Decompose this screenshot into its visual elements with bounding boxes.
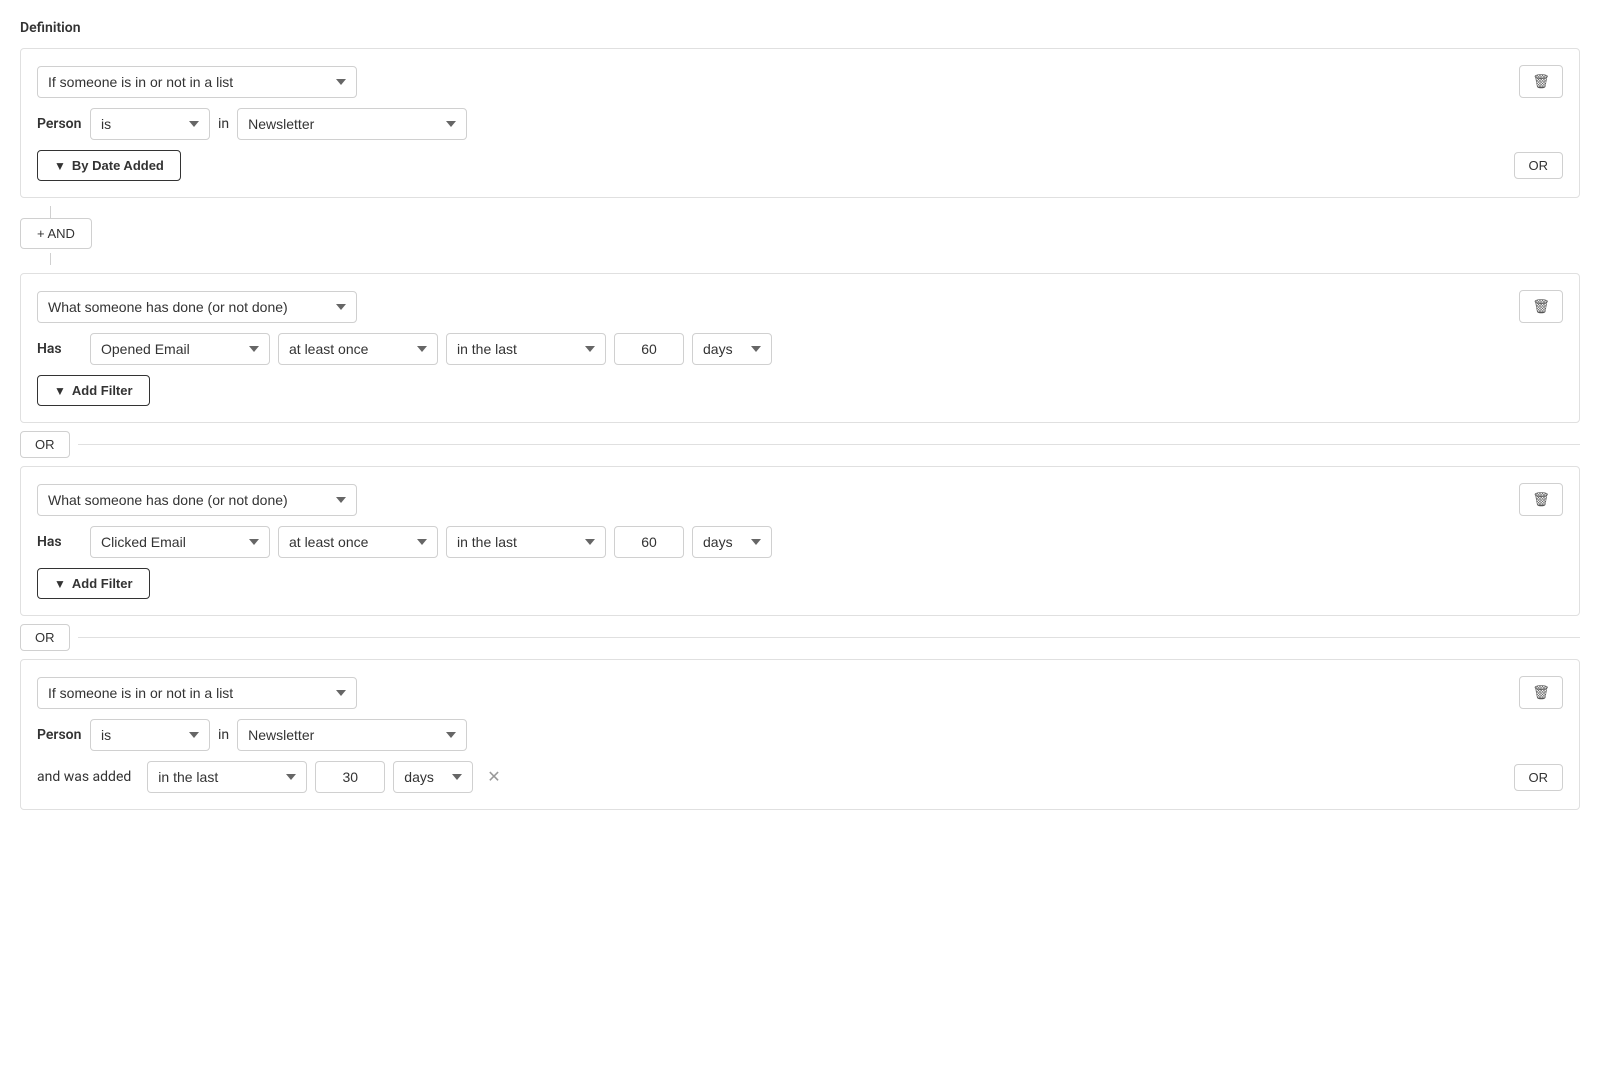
condition-block-2: What someone has done (or not done) If s…	[20, 273, 1580, 423]
number-input-2[interactable]	[614, 333, 684, 365]
timerange-select-2[interactable]: in the last before after all time	[446, 333, 606, 365]
filter-icon-2: ▼	[54, 384, 66, 398]
number-input-3[interactable]	[614, 526, 684, 558]
filter-icon-by-date: ▼	[54, 159, 66, 173]
in-label-4: in	[218, 727, 229, 743]
delete-block-3-button[interactable]: 🗑	[1519, 483, 1563, 516]
has-label-3: Has	[37, 534, 82, 550]
or-row-1: OR	[20, 431, 1580, 458]
condition-type-select-2[interactable]: What someone has done (or not done) If s…	[37, 291, 357, 323]
delete-block-4-button[interactable]: 🗑	[1519, 676, 1563, 709]
unit-select-3[interactable]: days weeks months	[692, 526, 772, 558]
condition-type-select-1[interactable]: If someone is in or not in a list What s…	[37, 66, 357, 98]
action-select-3[interactable]: Clicked Email Opened Email Received Emai…	[90, 526, 270, 558]
action-select-2[interactable]: Opened Email Clicked Email Received Emai…	[90, 333, 270, 365]
add-filter-button-3[interactable]: ▼ Add Filter	[37, 568, 150, 599]
trash-icon-2: 🗑	[1532, 298, 1550, 314]
by-date-button-1[interactable]: ▼ By Date Added	[37, 150, 181, 181]
or-button-4[interactable]: OR	[1514, 764, 1564, 791]
person-is-select-4[interactable]: is is not	[90, 719, 210, 751]
in-label-1: in	[218, 116, 229, 132]
or-row-2: OR	[20, 624, 1580, 651]
timerange-select-3[interactable]: in the last before after all time	[446, 526, 606, 558]
person-label-1: Person	[37, 116, 82, 132]
or-button-3[interactable]: OR	[20, 624, 70, 651]
condition-block-1: If someone is in or not in a list What s…	[20, 48, 1580, 198]
person-is-select-1[interactable]: is is not	[90, 108, 210, 140]
add-filter-button-2[interactable]: ▼ Add Filter	[37, 375, 150, 406]
and-was-added-label: and was added	[37, 769, 131, 785]
and-connector-1: + AND	[20, 206, 1580, 265]
or-button-1[interactable]: OR	[1514, 152, 1564, 179]
frequency-select-3[interactable]: at least once zero times at least twice	[278, 526, 438, 558]
trash-icon-4: 🗑	[1532, 684, 1550, 700]
has-label-2: Has	[37, 341, 82, 357]
and-line-2	[50, 253, 51, 265]
definition-section: Definition If someone is in or not in a …	[20, 20, 1580, 810]
definition-title: Definition	[20, 20, 1580, 36]
trash-icon-3: 🗑	[1532, 491, 1550, 507]
date-unit-select-4[interactable]: days weeks months	[393, 761, 473, 793]
filter-icon-3: ▼	[54, 577, 66, 591]
list-select-4[interactable]: Newsletter Customers Prospects	[237, 719, 467, 751]
trash-icon-1: 🗑	[1532, 73, 1550, 89]
or-line-2	[78, 637, 1581, 638]
date-range-select-4[interactable]: in the last before after	[147, 761, 307, 793]
unit-select-2[interactable]: days weeks months	[692, 333, 772, 365]
or-button-2[interactable]: OR	[20, 431, 70, 458]
condition-block-4: If someone is in or not in a list What s…	[20, 659, 1580, 810]
delete-block-2-button[interactable]: 🗑	[1519, 290, 1563, 323]
condition-type-select-3[interactable]: What someone has done (or not done) If s…	[37, 484, 357, 516]
date-number-input-4[interactable]	[315, 761, 385, 793]
person-label-4: Person	[37, 727, 82, 743]
list-select-1[interactable]: Newsletter Customers Prospects	[237, 108, 467, 140]
frequency-select-2[interactable]: at least once zero times at least twice	[278, 333, 438, 365]
condition-type-select-4[interactable]: If someone is in or not in a list What s…	[37, 677, 357, 709]
remove-date-filter-button[interactable]: ✕	[481, 765, 506, 789]
and-button[interactable]: + AND	[20, 218, 92, 249]
delete-block-1-button[interactable]: 🗑	[1519, 65, 1563, 98]
condition-block-3: What someone has done (or not done) If s…	[20, 466, 1580, 616]
and-line-1	[50, 206, 51, 218]
or-line-1	[78, 444, 1581, 445]
